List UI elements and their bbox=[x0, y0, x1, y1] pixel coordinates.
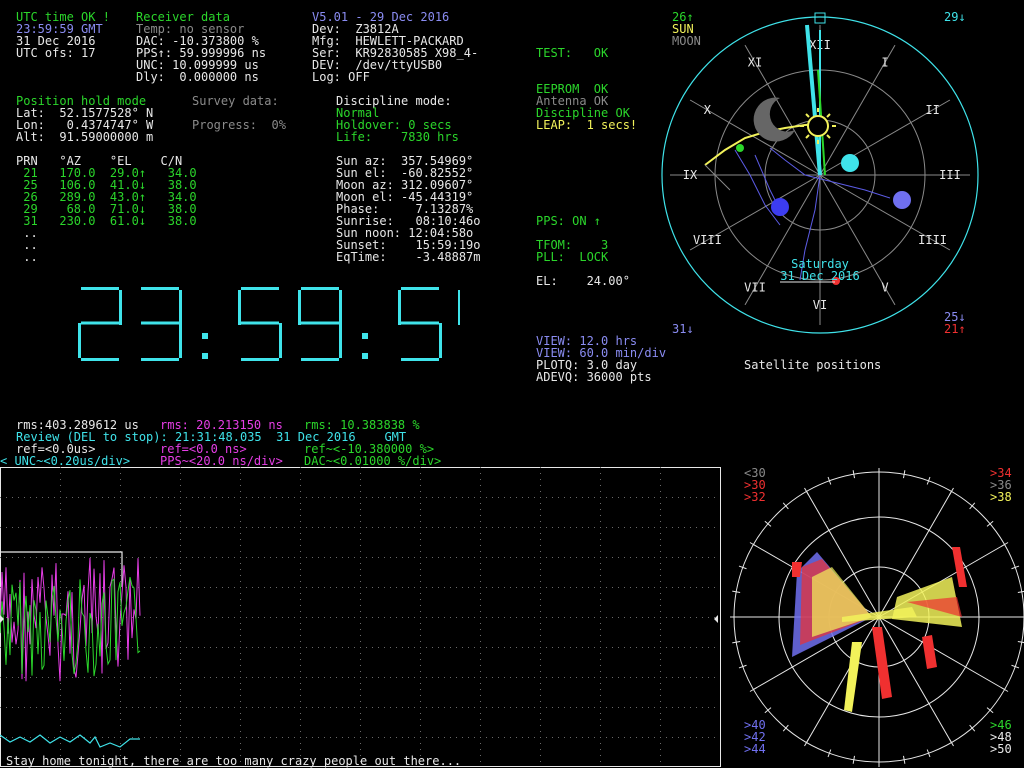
clock-digit bbox=[141, 287, 182, 361]
legend-unc: < UNC~<0.20us/div> bbox=[0, 454, 131, 468]
elevation-mask: EL: 24.00° bbox=[536, 274, 630, 288]
hour-label: XI bbox=[748, 55, 762, 69]
adev-queue: ADEVQ: 36000 pts bbox=[536, 370, 652, 384]
hour-label: VII bbox=[744, 281, 766, 295]
dac-trace bbox=[0, 576, 141, 677]
hour-label: IIII bbox=[918, 233, 947, 247]
survey-progress: Progress: 0% bbox=[192, 118, 286, 132]
moon-icon bbox=[753, 97, 795, 142]
scroll-marker-right[interactable] bbox=[714, 615, 718, 623]
corner-sat-21: 21↑ bbox=[944, 322, 966, 336]
sat-track bbox=[769, 147, 891, 199]
utc-offset: UTC ofs: 17 bbox=[16, 46, 96, 60]
life: Life: 7830 hrs bbox=[336, 130, 459, 144]
north-marker bbox=[814, 12, 826, 24]
big-clock bbox=[78, 287, 460, 361]
legend-dac: DAC~<0.01000 %/div> bbox=[304, 454, 442, 468]
hour-label: VIII bbox=[693, 233, 722, 247]
satellite-26 bbox=[893, 191, 911, 209]
receiver-dly: Dly: 0.000000 ns bbox=[136, 70, 259, 84]
clock-colon bbox=[362, 353, 368, 359]
position-alt: Alt: 91.59000000 m bbox=[16, 130, 154, 144]
hour-label: IX bbox=[683, 168, 698, 182]
skyplot-date: 31 Dec 2016 bbox=[780, 269, 859, 283]
test-status: TEST: OK bbox=[536, 46, 609, 60]
corner-sat-29: 29↓ bbox=[944, 10, 966, 24]
clock-digit bbox=[298, 287, 342, 361]
device-log: Log: OFF bbox=[312, 70, 370, 84]
sat-row-empty: .. bbox=[16, 250, 38, 264]
adev-legend-item: >44 bbox=[744, 742, 766, 756]
satellite-31 bbox=[771, 198, 789, 216]
hour-label: I bbox=[881, 55, 888, 69]
hour-label: X bbox=[704, 103, 712, 117]
status-message: Stay home tonight, there are too many cr… bbox=[6, 754, 462, 768]
legend-pps: PPS~<20.0 ns/div> bbox=[160, 454, 283, 468]
skyplot-caption: Satellite positions bbox=[744, 358, 882, 372]
sun-path-night bbox=[704, 164, 731, 191]
noise-traces bbox=[0, 557, 141, 682]
hour-label: III bbox=[939, 168, 961, 182]
clock-digit bbox=[238, 287, 282, 361]
pll-status: PLL: LOCK bbox=[536, 250, 609, 264]
pps-status: PPS: ON ↑ bbox=[536, 214, 602, 228]
sat-row-31: 31 230.0 61.0↓ 38.0 bbox=[16, 214, 197, 228]
hour-label: V bbox=[881, 281, 888, 295]
eq-time: EqTime: -3.48887m bbox=[336, 250, 481, 264]
clock-colon bbox=[202, 353, 208, 359]
sat-table: 21 170.0 29.0↑ 34.0 25 106.0 41.0↓ 38.0 … bbox=[16, 167, 216, 267]
clock-digit bbox=[458, 290, 460, 325]
clock-digit bbox=[398, 287, 442, 361]
signal-map bbox=[730, 468, 1024, 767]
clock-digit bbox=[78, 287, 122, 361]
satellite-skyplot: XIIIIIIIIIIIIVVIVIIVIIIIXXXI Saturday 31… bbox=[661, 12, 979, 334]
adev-legend-item: >38 bbox=[990, 490, 1012, 504]
hour-label: VI bbox=[813, 298, 827, 312]
hour-label: II bbox=[925, 103, 939, 117]
adev-legend-item: >50 bbox=[990, 742, 1012, 756]
clock-colon bbox=[202, 333, 208, 339]
pps-baseline-trace bbox=[0, 734, 140, 748]
graph-grid bbox=[0, 467, 715, 762]
adev-legend-item: >32 bbox=[744, 490, 766, 504]
clock-colon bbox=[362, 333, 368, 339]
time-graph bbox=[0, 467, 721, 767]
legend-moon: MOON bbox=[672, 34, 701, 48]
leap-status: LEAP: 1 secs! bbox=[536, 118, 638, 132]
satellite-29 bbox=[841, 154, 859, 172]
survey-title: Survey data: bbox=[192, 94, 279, 108]
corner-sat-31: 31↓ bbox=[672, 322, 694, 336]
satellite-25 bbox=[736, 144, 744, 152]
